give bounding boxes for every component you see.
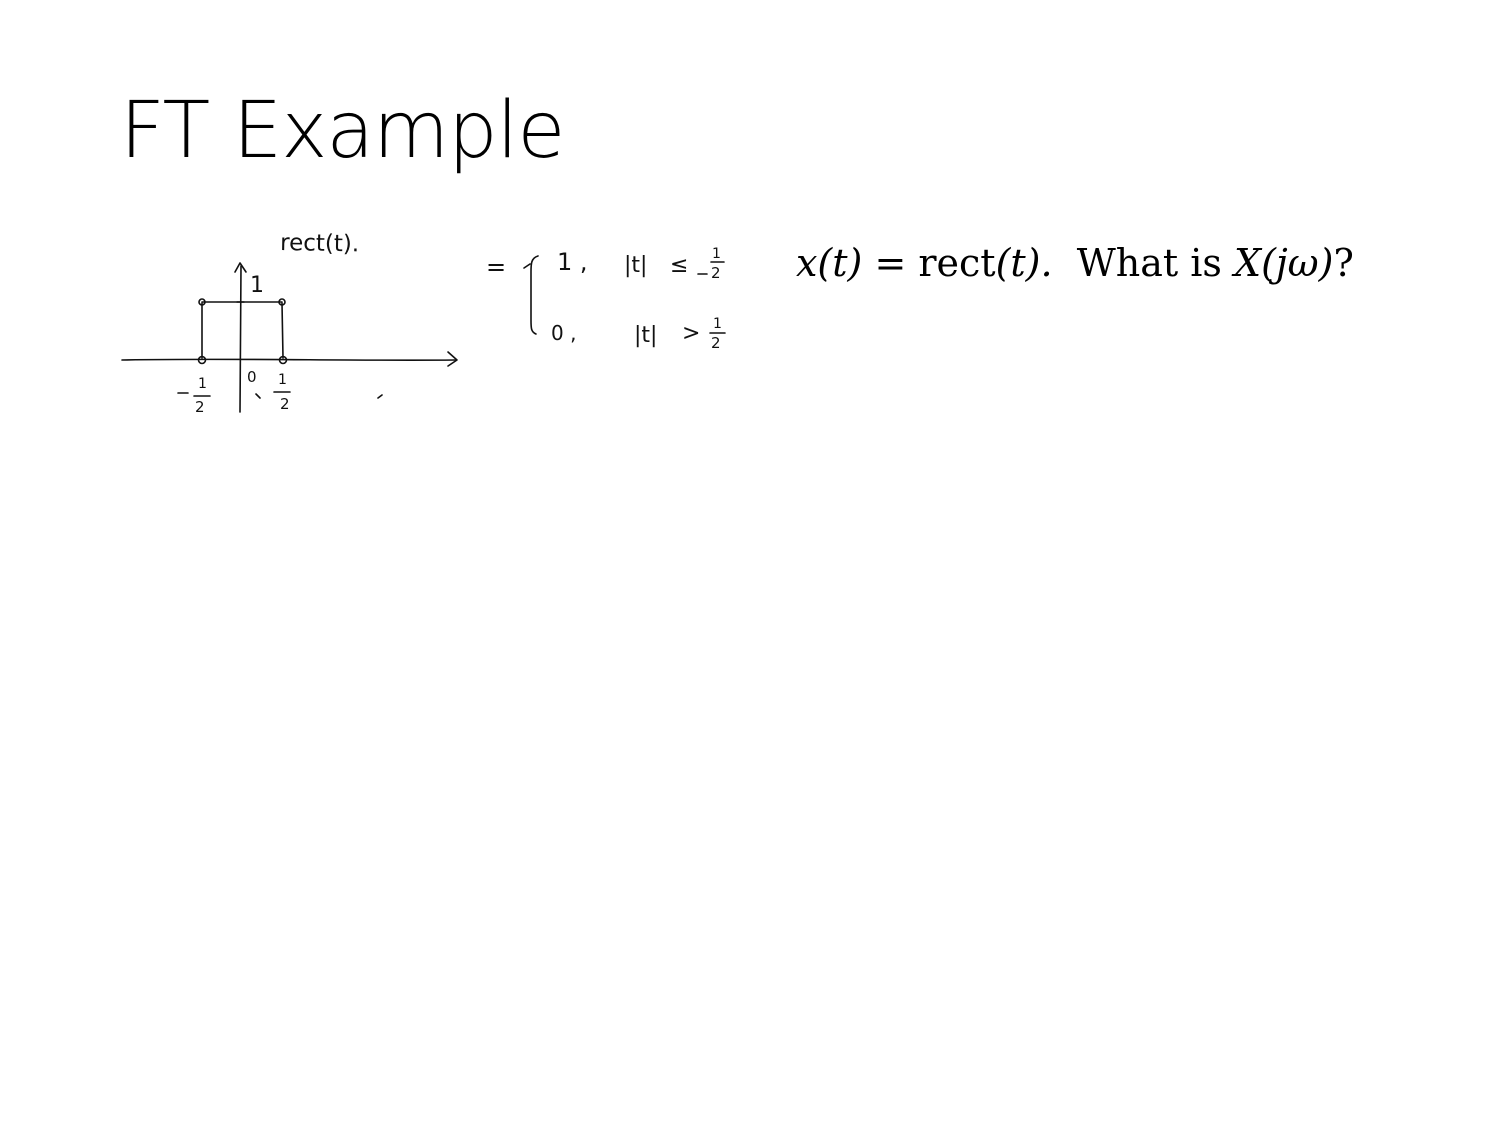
slide: FT Example rect(t). 1 0 1 2 1 2 = 1 , 0 … — [0, 0, 1500, 1125]
svg-text:2: 2 — [280, 395, 290, 413]
function-label: rect(t). — [280, 230, 359, 257]
svg-text:1: 1 — [713, 316, 722, 332]
equals-sign: = — [862, 241, 919, 285]
question-mark: ? — [1333, 241, 1354, 285]
height-label: 1 — [250, 273, 264, 298]
svg-text:|t|: |t| — [634, 323, 657, 348]
t-axis — [121, 358, 456, 362]
svg-text:1: 1 — [712, 246, 721, 262]
pulse-right-edge — [281, 302, 284, 359]
svg-text:2: 2 — [711, 334, 721, 352]
svg-text:1: 1 — [278, 372, 287, 388]
svg-text:2: 2 — [711, 264, 721, 282]
fourier-transform-symbol: X(jω) — [1234, 241, 1334, 285]
rect-operator: rect — [918, 241, 996, 285]
case2-value: 0 , — [551, 321, 576, 345]
svg-text:≤: ≤ — [670, 253, 688, 278]
question-phrase: What is — [1052, 241, 1235, 285]
slide-title: FT Example — [120, 86, 565, 176]
svg-text:1: 1 — [198, 376, 207, 392]
definition-equals: = — [486, 253, 506, 281]
vertical-axis — [239, 265, 242, 413]
signal-lhs: x(t) — [796, 241, 863, 285]
case1-value: 1 , — [557, 248, 588, 276]
case2-condition: |t| > 1 2 — [634, 316, 722, 352]
svg-text:>: > — [682, 321, 700, 346]
rect-function-sketch: rect(t). 1 0 1 2 1 2 = 1 , 0 , |t| ≤ 1 2… — [121, 230, 726, 416]
question-text: x(t) = rect(t). What is X(jω)? — [796, 244, 1354, 282]
origin-label: 0 — [247, 368, 257, 386]
rect-argument: (t). — [995, 241, 1053, 285]
svg-text:2: 2 — [195, 398, 205, 416]
curly-brace — [530, 255, 539, 335]
t-axis-arrowhead — [447, 351, 458, 367]
svg-text:|t|: |t| — [624, 253, 647, 278]
case1-condition: |t| ≤ 1 2 — [624, 246, 721, 282]
